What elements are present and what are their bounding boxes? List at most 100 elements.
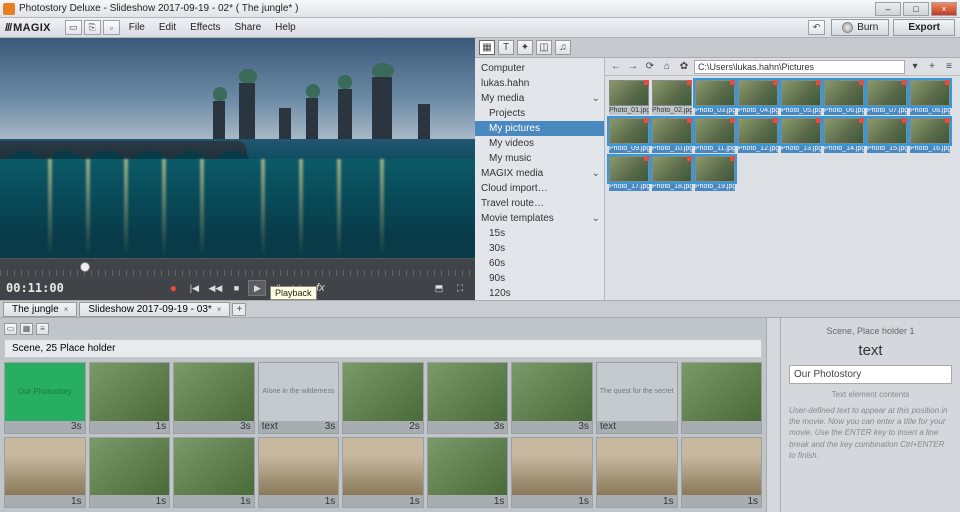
- sb-list-icon[interactable]: ≡: [36, 323, 49, 335]
- nav-gear-icon[interactable]: ✿: [677, 60, 691, 73]
- tab-the-jungle[interactable]: The jungle×: [3, 302, 77, 317]
- thumbnail[interactable]: Photo_11.jpg: [695, 118, 735, 153]
- tab-text-icon[interactable]: T: [498, 40, 514, 55]
- maximize-button[interactable]: □: [903, 2, 929, 16]
- marker-button[interactable]: ⬒: [430, 280, 448, 296]
- tree-node[interactable]: Projects: [475, 106, 604, 121]
- thumbnail[interactable]: Photo_01.jpg: [609, 80, 649, 115]
- add-folder-icon[interactable]: +: [925, 60, 939, 73]
- thumbnail-grid[interactable]: Photo_01.jpgPhoto_02.jpgPhoto_03.jpgPhot…: [605, 76, 960, 300]
- nav-refresh-icon[interactable]: ⟳: [643, 60, 657, 73]
- thumbnail[interactable]: Photo_14.jpg: [824, 118, 864, 153]
- thumbnail[interactable]: Photo_03.jpg: [695, 80, 735, 115]
- menu-edit[interactable]: Edit: [152, 19, 183, 36]
- tree-node[interactable]: 90s: [475, 271, 604, 286]
- storyboard-clip[interactable]: 1s: [596, 437, 678, 509]
- skip-start-button[interactable]: |◀: [185, 280, 203, 296]
- thumbnail[interactable]: Photo_17.jpg: [609, 156, 649, 191]
- close-tab-icon[interactable]: ×: [64, 305, 69, 314]
- thumbnail[interactable]: Photo_06.jpg: [824, 80, 864, 115]
- tree-node[interactable]: 30s: [475, 241, 604, 256]
- tab-slideshow[interactable]: Slideshow 2017-09-19 - 03*×: [79, 302, 230, 317]
- storyboard-clip[interactable]: 3s: [427, 362, 509, 434]
- save-icon[interactable]: ▫: [103, 20, 120, 35]
- storyboard-clip[interactable]: 3s: [511, 362, 593, 434]
- tree-node[interactable]: 60s: [475, 256, 604, 271]
- path-input[interactable]: C:\Users\lukas.hahn\Pictures: [694, 60, 905, 74]
- storyboard-clip[interactable]: [681, 362, 763, 434]
- thumbnail[interactable]: Photo_19.jpg: [695, 156, 735, 191]
- storyboard-clip[interactable]: 1s: [681, 437, 763, 509]
- video-preview[interactable]: [0, 38, 475, 258]
- thumbnail[interactable]: Photo_16.jpg: [910, 118, 950, 153]
- storyboard-clip[interactable]: 1s: [342, 437, 424, 509]
- open-icon[interactable]: ⎘: [84, 20, 101, 35]
- close-button[interactable]: ×: [931, 2, 957, 16]
- storyboard-clip[interactable]: 1s: [89, 437, 171, 509]
- thumbnail[interactable]: Photo_15.jpg: [867, 118, 907, 153]
- tree-node[interactable]: My music: [475, 151, 604, 166]
- nav-home-icon[interactable]: ⌂: [660, 60, 674, 73]
- tree-node[interactable]: lukas.hahn: [475, 76, 604, 91]
- add-tab-button[interactable]: +: [232, 303, 246, 316]
- sb-zoom-in-icon[interactable]: ▦: [20, 323, 33, 335]
- storyboard-clip[interactable]: 1s: [4, 437, 86, 509]
- path-dropdown-icon[interactable]: ▾: [908, 60, 922, 73]
- record-button[interactable]: ●: [164, 280, 182, 296]
- tree-node[interactable]: Computer: [475, 61, 604, 76]
- thumbnail[interactable]: Photo_05.jpg: [781, 80, 821, 115]
- thumbnail[interactable]: Photo_07.jpg: [867, 80, 907, 115]
- menu-share[interactable]: Share: [227, 19, 268, 36]
- view-options-icon[interactable]: ≡: [942, 60, 956, 73]
- stop-button[interactable]: ■: [227, 280, 245, 296]
- tree-node[interactable]: My media: [475, 91, 604, 106]
- thumbnail[interactable]: Photo_02.jpg: [652, 80, 692, 115]
- thumbnail[interactable]: Photo_12.jpg: [738, 118, 778, 153]
- tree-node[interactable]: My pictures: [475, 121, 604, 136]
- seek-bar[interactable]: [0, 258, 475, 276]
- tab-audio-icon[interactable]: ♫: [555, 40, 571, 55]
- storyboard-clip[interactable]: 1s: [173, 437, 255, 509]
- storyboard-clip[interactable]: 1s: [427, 437, 509, 509]
- menu-file[interactable]: File: [122, 19, 152, 36]
- tree-node[interactable]: 120s: [475, 286, 604, 300]
- tree-node[interactable]: Movie templates: [475, 211, 604, 226]
- tab-transition-icon[interactable]: ◫: [536, 40, 552, 55]
- storyboard-clip[interactable]: 2s: [342, 362, 424, 434]
- minimize-button[interactable]: –: [875, 2, 901, 16]
- tree-node[interactable]: Cloud import…: [475, 181, 604, 196]
- nav-fwd-icon[interactable]: →: [626, 60, 640, 73]
- storyboard-clip[interactable]: 1s: [511, 437, 593, 509]
- storyboard-row[interactable]: 1s1s1s1s1s1s1s1s1s: [4, 437, 762, 509]
- new-icon[interactable]: ▭: [65, 20, 82, 35]
- rewind-button[interactable]: ◀◀: [206, 280, 224, 296]
- menu-help[interactable]: Help: [268, 19, 303, 36]
- storyboard-clip[interactable]: 1s: [89, 362, 171, 434]
- tree-node[interactable]: My videos: [475, 136, 604, 151]
- nav-back-icon[interactable]: ←: [609, 60, 623, 73]
- storyboard-row[interactable]: Our Photostory3s1s 3s Alone in the wildern…: [4, 362, 762, 434]
- thumbnail[interactable]: Photo_18.jpg: [652, 156, 692, 191]
- play-button[interactable]: ▶: [248, 280, 266, 296]
- tab-grid-icon[interactable]: ▦: [479, 40, 495, 55]
- export-button[interactable]: Export: [893, 19, 955, 36]
- thumbnail[interactable]: Photo_13.jpg: [781, 118, 821, 153]
- tree-node[interactable]: MAGIX media: [475, 166, 604, 181]
- thumbnail[interactable]: Photo_10.jpg: [652, 118, 692, 153]
- undo-icon[interactable]: ↶: [808, 20, 825, 35]
- storyboard-clip[interactable]: Our Photostory3s: [4, 362, 86, 434]
- storyboard-clip[interactable]: Alone in the wildernesstext3s: [258, 362, 340, 434]
- menu-effects[interactable]: Effects: [183, 19, 227, 36]
- tree-node[interactable]: Travel route…: [475, 196, 604, 211]
- title-input[interactable]: Our Photostory: [789, 365, 952, 384]
- seek-handle[interactable]: [80, 262, 90, 272]
- storyboard-clip[interactable]: The quest for the secrettext: [596, 362, 678, 434]
- burn-button[interactable]: Burn: [831, 19, 889, 36]
- sb-zoom-out-icon[interactable]: ▭: [4, 323, 17, 335]
- thumbnail[interactable]: Photo_04.jpg: [738, 80, 778, 115]
- close-tab-icon[interactable]: ×: [217, 305, 222, 314]
- thumbnail[interactable]: Photo_08.jpg: [910, 80, 950, 115]
- folder-tree[interactable]: Computerlukas.hahnMy mediaProjectsMy pic…: [475, 58, 605, 300]
- tab-fx-icon[interactable]: ✦: [517, 40, 533, 55]
- fullscreen-button[interactable]: ⛶: [451, 280, 469, 296]
